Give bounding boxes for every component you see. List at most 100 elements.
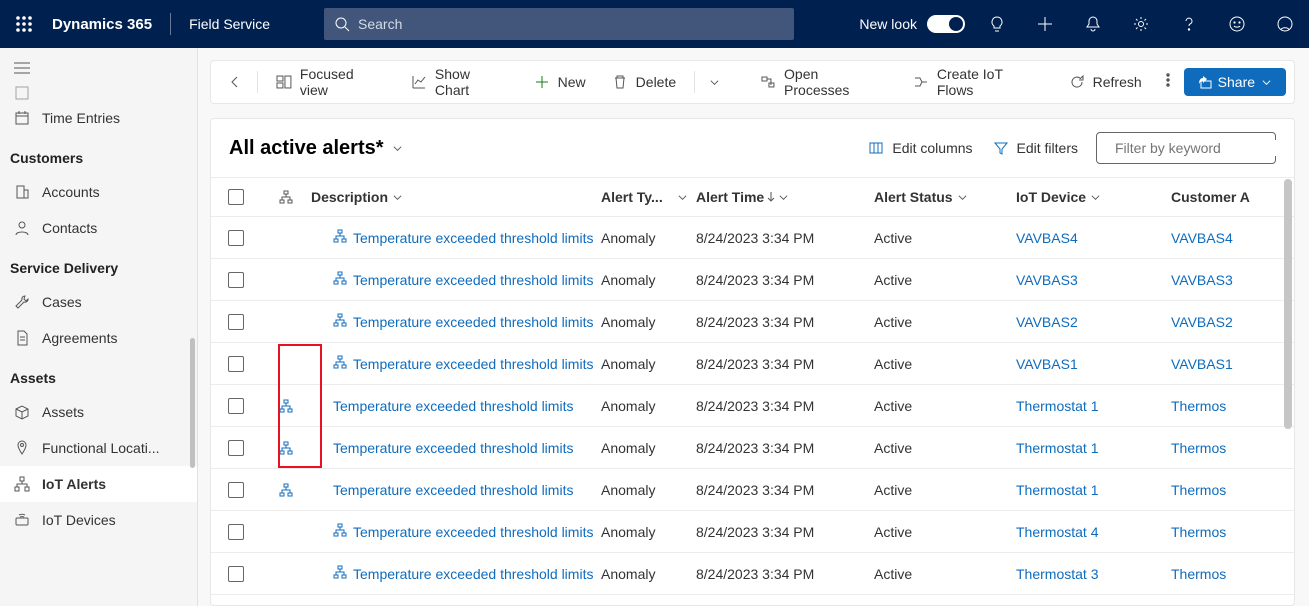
select-all-checkbox[interactable] xyxy=(211,189,261,205)
device-link[interactable]: Thermostat 1 xyxy=(1016,440,1098,456)
keyword-filter[interactable] xyxy=(1096,132,1276,164)
description-link[interactable]: Temperature exceeded threshold limits xyxy=(353,566,593,582)
description-link[interactable]: Temperature exceeded threshold limits xyxy=(333,482,573,498)
col-iot-device[interactable]: IoT Device xyxy=(1016,189,1171,205)
hierarchy-icon[interactable] xyxy=(333,229,347,246)
col-alert-type[interactable]: Alert Ty... xyxy=(601,189,696,205)
device-link[interactable]: VAVBAS3 xyxy=(1016,272,1078,288)
hierarchy-icon[interactable] xyxy=(333,565,347,582)
asset-link[interactable]: Thermos xyxy=(1171,482,1226,498)
sidebar-item-cases[interactable]: Cases xyxy=(0,284,197,320)
table-row[interactable]: Temperature exceeded threshold limitsAno… xyxy=(211,553,1294,595)
asset-link[interactable]: Thermos xyxy=(1171,566,1226,582)
row-checkbox[interactable] xyxy=(211,440,261,456)
refresh-button[interactable]: Refresh xyxy=(1057,68,1154,96)
col-customer-asset[interactable]: Customer A xyxy=(1171,189,1271,205)
col-alert-status[interactable]: Alert Status xyxy=(866,189,1016,205)
description-link[interactable]: Temperature exceeded threshold limits xyxy=(353,314,593,330)
asset-link[interactable]: Thermos xyxy=(1171,524,1226,540)
row-checkbox[interactable] xyxy=(211,398,261,414)
share-button[interactable]: Share xyxy=(1184,68,1286,96)
hamburger-icon[interactable] xyxy=(0,48,197,88)
show-chart-button[interactable]: Show Chart xyxy=(399,60,520,104)
asset-link[interactable]: VAVBAS3 xyxy=(1171,272,1233,288)
module-label[interactable]: Field Service xyxy=(171,16,288,32)
device-link[interactable]: Thermostat 1 xyxy=(1016,482,1098,498)
profile-icon[interactable] xyxy=(1261,0,1309,48)
col-alert-time[interactable]: Alert Time xyxy=(696,189,866,205)
edit-columns-button[interactable]: Edit columns xyxy=(858,134,982,162)
sidebar-item-functional-locations[interactable]: Functional Locati... xyxy=(0,430,197,466)
row-checkbox[interactable] xyxy=(211,356,261,372)
description-link[interactable]: Temperature exceeded threshold limits xyxy=(353,272,593,288)
lightbulb-icon[interactable] xyxy=(973,0,1021,48)
sidebar-item-time-entries[interactable]: Time Entries xyxy=(0,100,197,136)
sidebar-item-iot-devices[interactable]: IoT Devices xyxy=(0,502,197,538)
table-row[interactable]: Temperature exceeded threshold limitsAno… xyxy=(211,511,1294,553)
device-link[interactable]: Thermostat 4 xyxy=(1016,524,1098,540)
edit-filters-button[interactable]: Edit filters xyxy=(983,134,1088,162)
toggle-switch-icon[interactable] xyxy=(927,15,965,33)
global-search[interactable] xyxy=(324,8,794,40)
delete-button[interactable]: Delete xyxy=(600,68,688,96)
device-link[interactable]: VAVBAS2 xyxy=(1016,314,1078,330)
col-description[interactable]: Description xyxy=(311,189,601,205)
description-link[interactable]: Temperature exceeded threshold limits xyxy=(353,230,593,246)
row-checkbox[interactable] xyxy=(211,230,261,246)
device-link[interactable]: Thermostat 3 xyxy=(1016,566,1098,582)
table-row[interactable]: Temperature exceeded threshold limitsAno… xyxy=(211,469,1294,511)
asset-link[interactable]: VAVBAS4 xyxy=(1171,230,1233,246)
sidebar-item-assets[interactable]: Assets xyxy=(0,394,197,430)
sidebar-item-contacts[interactable]: Contacts xyxy=(0,210,197,246)
description-link[interactable]: Temperature exceeded threshold limits xyxy=(333,398,573,414)
hierarchy-icon[interactable] xyxy=(333,313,347,330)
overflow-button[interactable] xyxy=(1156,66,1180,99)
row-hierarchy-icon[interactable] xyxy=(261,399,311,413)
search-input[interactable] xyxy=(358,16,784,32)
asset-link[interactable]: Thermos xyxy=(1171,440,1226,456)
hierarchy-column-header[interactable] xyxy=(261,190,311,204)
hierarchy-icon[interactable] xyxy=(333,271,347,288)
hierarchy-icon[interactable] xyxy=(333,523,347,540)
back-button[interactable] xyxy=(219,68,251,96)
table-row[interactable]: Temperature exceeded threshold limitsAno… xyxy=(211,385,1294,427)
help-icon[interactable] xyxy=(1165,0,1213,48)
row-checkbox[interactable] xyxy=(211,524,261,540)
focused-view-button[interactable]: Focused view xyxy=(264,60,397,104)
asset-link[interactable]: VAVBAS2 xyxy=(1171,314,1233,330)
sidebar-scrollbar[interactable] xyxy=(190,338,195,468)
table-row[interactable]: Temperature exceeded threshold limitsAno… xyxy=(211,427,1294,469)
asset-link[interactable]: VAVBAS1 xyxy=(1171,356,1233,372)
description-link[interactable]: Temperature exceeded threshold limits xyxy=(333,440,573,456)
table-row[interactable]: Temperature exceeded threshold limitsAno… xyxy=(211,259,1294,301)
description-link[interactable]: Temperature exceeded threshold limits xyxy=(353,524,593,540)
new-button[interactable]: New xyxy=(522,68,598,96)
sidebar-item-iot-alerts[interactable]: IoT Alerts xyxy=(0,466,197,502)
open-processes-button[interactable]: Open Processes xyxy=(748,60,899,104)
delete-split-button[interactable] xyxy=(701,71,728,94)
view-selector[interactable]: All active alerts* xyxy=(229,137,403,160)
row-checkbox[interactable] xyxy=(211,314,261,330)
bell-icon[interactable] xyxy=(1069,0,1117,48)
asset-link[interactable]: Thermos xyxy=(1171,398,1226,414)
sidebar-item-agreements[interactable]: Agreements xyxy=(0,320,197,356)
row-checkbox[interactable] xyxy=(211,482,261,498)
device-link[interactable]: Thermostat 1 xyxy=(1016,398,1098,414)
sidebar-item-accounts[interactable]: Accounts xyxy=(0,174,197,210)
table-row[interactable]: Temperature exceeded threshold limitsAno… xyxy=(211,301,1294,343)
table-row[interactable]: Temperature exceeded threshold limitsAno… xyxy=(211,343,1294,385)
device-link[interactable]: VAVBAS4 xyxy=(1016,230,1078,246)
app-launcher-icon[interactable] xyxy=(0,0,48,48)
hierarchy-icon[interactable] xyxy=(333,355,347,372)
gear-icon[interactable] xyxy=(1117,0,1165,48)
smiley-icon[interactable] xyxy=(1213,0,1261,48)
create-iot-flows-button[interactable]: Create IoT Flows xyxy=(901,60,1055,104)
grid-scrollbar[interactable] xyxy=(1284,179,1292,429)
device-link[interactable]: VAVBAS1 xyxy=(1016,356,1078,372)
row-hierarchy-icon[interactable] xyxy=(261,483,311,497)
row-hierarchy-icon[interactable] xyxy=(261,441,311,455)
filter-input[interactable] xyxy=(1115,140,1295,156)
row-checkbox[interactable] xyxy=(211,272,261,288)
table-row[interactable]: Temperature exceeded threshold limitsAno… xyxy=(211,217,1294,259)
new-look-toggle[interactable]: New look xyxy=(859,15,973,33)
